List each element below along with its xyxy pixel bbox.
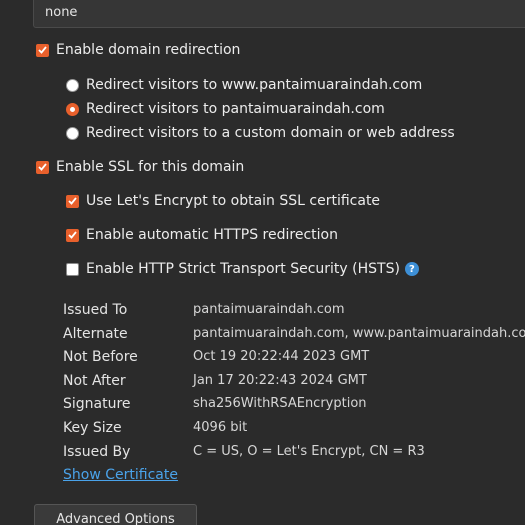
help-icon[interactable]: ?	[404, 262, 419, 276]
cert-value: 4096 bit	[193, 419, 248, 435]
show-certificate-link[interactable]: Show Certificate	[63, 467, 178, 483]
redirection-checkbox-row[interactable]: Enable domain redirection	[36, 40, 240, 60]
cert-value: pantaimuaraindah.com	[193, 302, 345, 317]
cert-value: C = US, O = Let's Encrypt, CN = R3	[193, 443, 425, 459]
cert-key: Not Before	[63, 349, 138, 366]
redirection-checkbox[interactable]	[36, 43, 49, 57]
hsts-label: Enable HTTP Strict Transport Security (H…	[86, 261, 400, 277]
cert-value: Jan 17 20:22:43 2024 GMT	[193, 372, 367, 388]
cert-key: Not After	[63, 372, 126, 389]
cert-value: sha256WithRSAEncryption	[193, 396, 367, 412]
cert-value: Oct 19 20:22:44 2023 GMT	[193, 349, 370, 365]
checkmark-icon	[38, 46, 47, 54]
advanced-options-button[interactable]: Advanced Options	[34, 504, 197, 525]
radio-button[interactable]	[66, 78, 79, 92]
radio-label: Redirect visitors to a custom domain or …	[86, 125, 455, 141]
cert-key: Alternate	[63, 325, 128, 342]
radio-label: Redirect visitors to www.pantaimuarainda…	[86, 77, 423, 93]
radio-redirect-www[interactable]: Redirect visitors to www.pantaimuarainda…	[66, 75, 422, 95]
radio-label: Redirect visitors to pantaimuaraindah.co…	[86, 101, 385, 117]
letsencrypt-checkbox[interactable]	[66, 194, 79, 208]
ssl-checkbox-row[interactable]: Enable SSL for this domain	[36, 157, 244, 177]
cert-key: Signature	[63, 396, 131, 413]
checkmark-icon	[38, 163, 47, 171]
https-redirect-label: Enable automatic HTTPS redirection	[86, 227, 338, 243]
select-dropdown[interactable]: none	[33, 0, 525, 28]
https-redirect-checkbox[interactable]	[66, 228, 79, 242]
cert-value: pantaimuaraindah.com, www.pantaimuaraind…	[193, 325, 525, 341]
redirection-label: Enable domain redirection	[56, 42, 241, 58]
radio-redirect-bare[interactable]: Redirect visitors to pantaimuaraindah.co…	[66, 99, 385, 119]
hsts-checkbox-row[interactable]: Enable HTTP Strict Transport Security (H…	[66, 259, 419, 279]
radio-button[interactable]	[66, 126, 79, 140]
ssl-label: Enable SSL for this domain	[56, 159, 245, 175]
checkmark-icon	[68, 197, 77, 205]
checkmark-icon	[68, 231, 77, 239]
letsencrypt-checkbox-row[interactable]: Use Let's Encrypt to obtain SSL certific…	[66, 191, 380, 211]
cert-key: Key Size	[63, 419, 122, 436]
cert-key: Issued To	[63, 302, 128, 318]
hsts-checkbox[interactable]	[66, 262, 79, 276]
select-value: none	[45, 5, 78, 20]
cert-key: Issued By	[63, 443, 131, 460]
https-redirect-checkbox-row[interactable]: Enable automatic HTTPS redirection	[66, 225, 338, 245]
ssl-settings-panel: none Enable domain redirection Redirect …	[0, 0, 525, 525]
ssl-checkbox[interactable]	[36, 160, 49, 174]
letsencrypt-label: Use Let's Encrypt to obtain SSL certific…	[86, 193, 381, 209]
radio-button[interactable]	[66, 102, 79, 116]
radio-redirect-custom[interactable]: Redirect visitors to a custom domain or …	[66, 123, 455, 143]
